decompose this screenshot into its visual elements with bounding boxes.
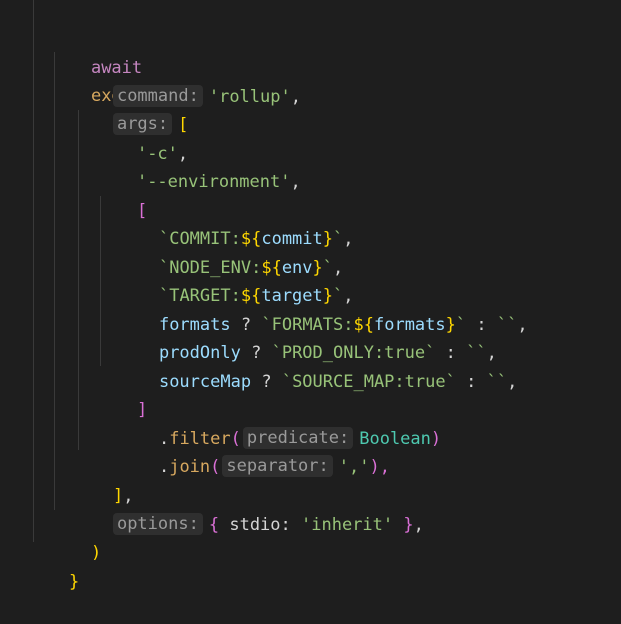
comma: , <box>507 372 518 392</box>
code-line-6[interactable]: [ <box>96 169 147 221</box>
comma: , <box>290 172 301 192</box>
code-line-13[interactable]: ] <box>96 368 147 420</box>
code-line-2[interactable]: command:'rollup', <box>72 55 301 107</box>
string-comma: ',' <box>338 457 370 477</box>
ternary-colon: : <box>466 372 477 392</box>
paren-open: ( <box>210 457 221 477</box>
template-literal: `SOURCE_MAP:true` <box>281 372 456 392</box>
code-line-14[interactable]: .filter(predicate: Boolean) <box>118 397 441 449</box>
inlay-hint-separator: separator: <box>222 454 333 477</box>
comma: , <box>413 515 424 535</box>
string-rollup: 'rollup' <box>208 87 291 107</box>
inlay-hint-options: options: <box>112 512 203 535</box>
code-line-4[interactable]: '-c', <box>96 112 188 164</box>
string-environment: '--environment' <box>136 172 291 192</box>
empty-template: `` <box>486 372 508 392</box>
code-line-11[interactable]: prodOnly ? `PROD_ONLY:true` : ``, <box>118 311 497 363</box>
brace-close: } <box>68 572 80 592</box>
string-inherit: 'inherit' <box>301 515 394 535</box>
code-line-12[interactable]: sourceMap ? `SOURCE_MAP:true` : ``, <box>118 340 517 392</box>
object-key-stdio: stdio: <box>229 515 291 535</box>
paren-close: ), <box>369 457 390 477</box>
brace-open: { <box>208 515 220 535</box>
variable-sourceMap: sourceMap <box>158 372 252 392</box>
code-line-15[interactable]: .join(separator: ','), <box>118 425 390 477</box>
comma: , <box>290 87 301 107</box>
code-line-10[interactable]: formats ? `FORMATS:${formats}` : ``, <box>118 283 528 335</box>
code-line-1[interactable]: await exec( <box>50 26 142 106</box>
code-line-18[interactable]: ) <box>50 511 101 563</box>
code-line-5[interactable]: '--environment', <box>96 140 301 192</box>
code-line-19[interactable]: } <box>28 540 79 592</box>
code-line-17[interactable]: options:{ stdio: 'inherit' }, <box>72 483 424 535</box>
dot: . <box>158 457 170 477</box>
empty-template: `` <box>496 315 518 335</box>
code-line-16[interactable]: ], <box>72 454 134 506</box>
comma: , <box>517 315 528 335</box>
brace-close: } <box>403 515 414 535</box>
comma: , <box>343 229 354 249</box>
paren-close: ) <box>430 429 442 449</box>
code-line-9[interactable]: `TARGET:${target}`, <box>118 254 354 306</box>
code-line-7[interactable]: `COMMIT:${commit}`, <box>118 197 354 249</box>
ternary-question: ? <box>261 372 272 392</box>
code-line-8[interactable]: `NODE_ENV:${env}`, <box>118 226 343 278</box>
code-line-3[interactable]: args:[ <box>72 83 188 135</box>
method-join: join <box>169 457 211 477</box>
code-editor[interactable]: await exec( command:'rollup', args:[ '-c… <box>0 0 621 592</box>
paren-close: ) <box>90 543 102 563</box>
indent-guide <box>33 0 34 542</box>
